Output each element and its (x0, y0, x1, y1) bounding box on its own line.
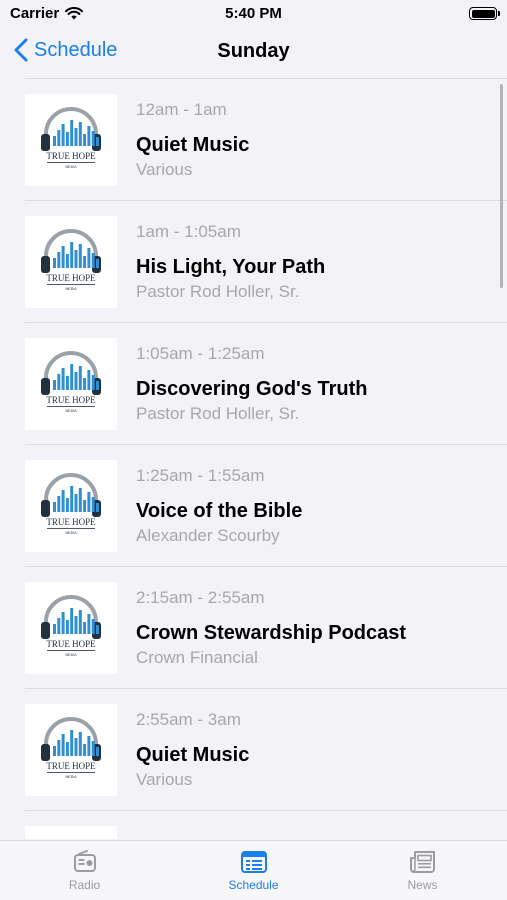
program-time: 12am - 1am (136, 100, 227, 119)
page-title: Sunday (217, 40, 290, 62)
schedule-row[interactable]: TRUE HOPE MEDIA 2:55am - 3am Quiet Music Var… (0, 689, 507, 811)
program-host: Crown Financial (136, 648, 258, 667)
program-host: Pastor Rod Holler, Sr. (136, 404, 300, 423)
tab-radio[interactable]: Radio (0, 841, 169, 900)
tab-label: News (407, 878, 438, 892)
svg-text:TRUE HOPE: TRUE HOPE (46, 761, 96, 771)
program-artwork: TRUE HOPE MEDIA (25, 582, 117, 674)
svg-text:MEDIA: MEDIA (65, 165, 77, 169)
true-hope-logo: TRUE HOPEMEDIA (31, 832, 111, 839)
svg-text:TRUE HOPE: TRUE HOPE (46, 273, 96, 283)
program-artwork: TRUE HOPE MEDIA (25, 338, 117, 430)
program-time: 1am - 1:05am (136, 222, 241, 241)
true-hope-logo: TRUE HOPE MEDIA (41, 351, 101, 413)
svg-text:MEDIA: MEDIA (65, 653, 77, 657)
program-artwork: TRUE HOPEMEDIA (25, 826, 117, 839)
true-hope-logo: TRUE HOPE MEDIA (41, 229, 101, 291)
program-host: Various (136, 770, 193, 789)
program-title: Quiet Music (136, 134, 250, 156)
svg-text:MEDIA: MEDIA (65, 287, 77, 291)
program-info: 12am - 1am Quiet Music Various (136, 100, 249, 180)
program-title: Quiet Music (136, 744, 250, 766)
program-info: 2:15am - 2:55am Crown Stewardship Podcast… (136, 588, 406, 668)
program-title: Crown Stewardship Podcast (136, 622, 407, 644)
program-info: 1am - 1:05am His Light, Your Path Pastor R… (136, 222, 325, 302)
program-artwork: TRUE HOPE MEDIA (25, 460, 117, 552)
program-host: Pastor Rod Holler, Sr. (136, 282, 300, 301)
program-info: 2:55am - 3am Quiet Music Various (136, 710, 249, 790)
schedule-row[interactable]: TRUE HOPEMEDIA3am - 3:05am (0, 811, 507, 839)
tab-label: Schedule (228, 878, 279, 892)
true-hope-logo: TRUE HOPE MEDIA (41, 595, 101, 657)
svg-text:MEDIA: MEDIA (65, 531, 77, 535)
true-hope-logo: TRUE HOPE MEDIA (41, 717, 101, 779)
schedule-icon (240, 851, 267, 873)
radio-icon (73, 850, 96, 872)
program-title: Voice of the Bible (136, 500, 303, 522)
svg-text:MEDIA: MEDIA (65, 409, 77, 413)
program-time: 1:25am - 1:55am (136, 466, 265, 485)
program-time: 2:15am - 2:55am (136, 588, 265, 607)
schedule-row[interactable]: TRUE HOPE MEDIA 1:25am - 1:55am Voice of th… (0, 445, 507, 567)
tab-schedule[interactable]: Schedule (169, 841, 338, 900)
svg-text:TRUE HOPE: TRUE HOPE (46, 395, 96, 405)
newspaper-icon (409, 851, 435, 873)
screen: Carrier 5:40 PM Schedule Sunday TRUE HOP… (0, 0, 507, 900)
svg-text:TRUE HOPE: TRUE HOPE (46, 151, 96, 161)
clock: 5:40 PM (225, 5, 282, 22)
scroll-indicator[interactable] (500, 84, 503, 288)
program-time: 2:55am - 3am (136, 710, 241, 729)
schedule-row[interactable]: TRUE HOPE MEDIA 1am - 1:05am His Light, You… (0, 201, 507, 323)
navigation-bar: Schedule Sunday (0, 30, 507, 78)
svg-text:TRUE HOPE: TRUE HOPE (46, 517, 96, 527)
program-title: His Light, Your Path (136, 256, 326, 278)
program-info: 1:05am - 1:25am Discovering God's Truth Pa… (136, 344, 367, 424)
program-artwork: TRUE HOPE MEDIA (25, 704, 117, 796)
battery-icon (469, 7, 500, 20)
tab-bar: Radio Schedule News (0, 840, 507, 900)
program-time: 1:05am - 1:25am (136, 344, 265, 363)
program-host: Various (136, 160, 193, 179)
schedule-row[interactable]: TRUE HOPE MEDIA 1:05am - 1:25am Discovering… (0, 323, 507, 445)
schedule-list[interactable]: TRUE HOPE MEDIA 12am - 1am Quiet Music Vario… (0, 79, 507, 839)
program-artwork: TRUE HOPE MEDIA (25, 216, 117, 308)
svg-text:MEDIA: MEDIA (65, 775, 77, 779)
program-artwork: TRUE HOPE MEDIA (25, 94, 117, 186)
tab-label: Radio (68, 878, 101, 892)
program-info: 1:25am - 1:55am Voice of the Bible Alexand… (136, 466, 302, 546)
schedule-row[interactable]: TRUE HOPE MEDIA 12am - 1am Quiet Music Vario… (0, 79, 507, 201)
status-bar: Carrier 5:40 PM (0, 0, 507, 30)
program-title: Discovering God's Truth (136, 378, 368, 400)
true-hope-logo: TRUE HOPE MEDIA (41, 107, 101, 169)
schedule-row[interactable]: TRUE HOPE MEDIA 2:15am - 2:55am Crown Stewa… (0, 567, 507, 689)
true-hope-logo: TRUE HOPE MEDIA (41, 473, 101, 535)
program-host: Alexander Scourby (136, 526, 280, 545)
svg-text:TRUE HOPE: TRUE HOPE (46, 639, 96, 649)
tab-news[interactable]: News (338, 841, 507, 900)
